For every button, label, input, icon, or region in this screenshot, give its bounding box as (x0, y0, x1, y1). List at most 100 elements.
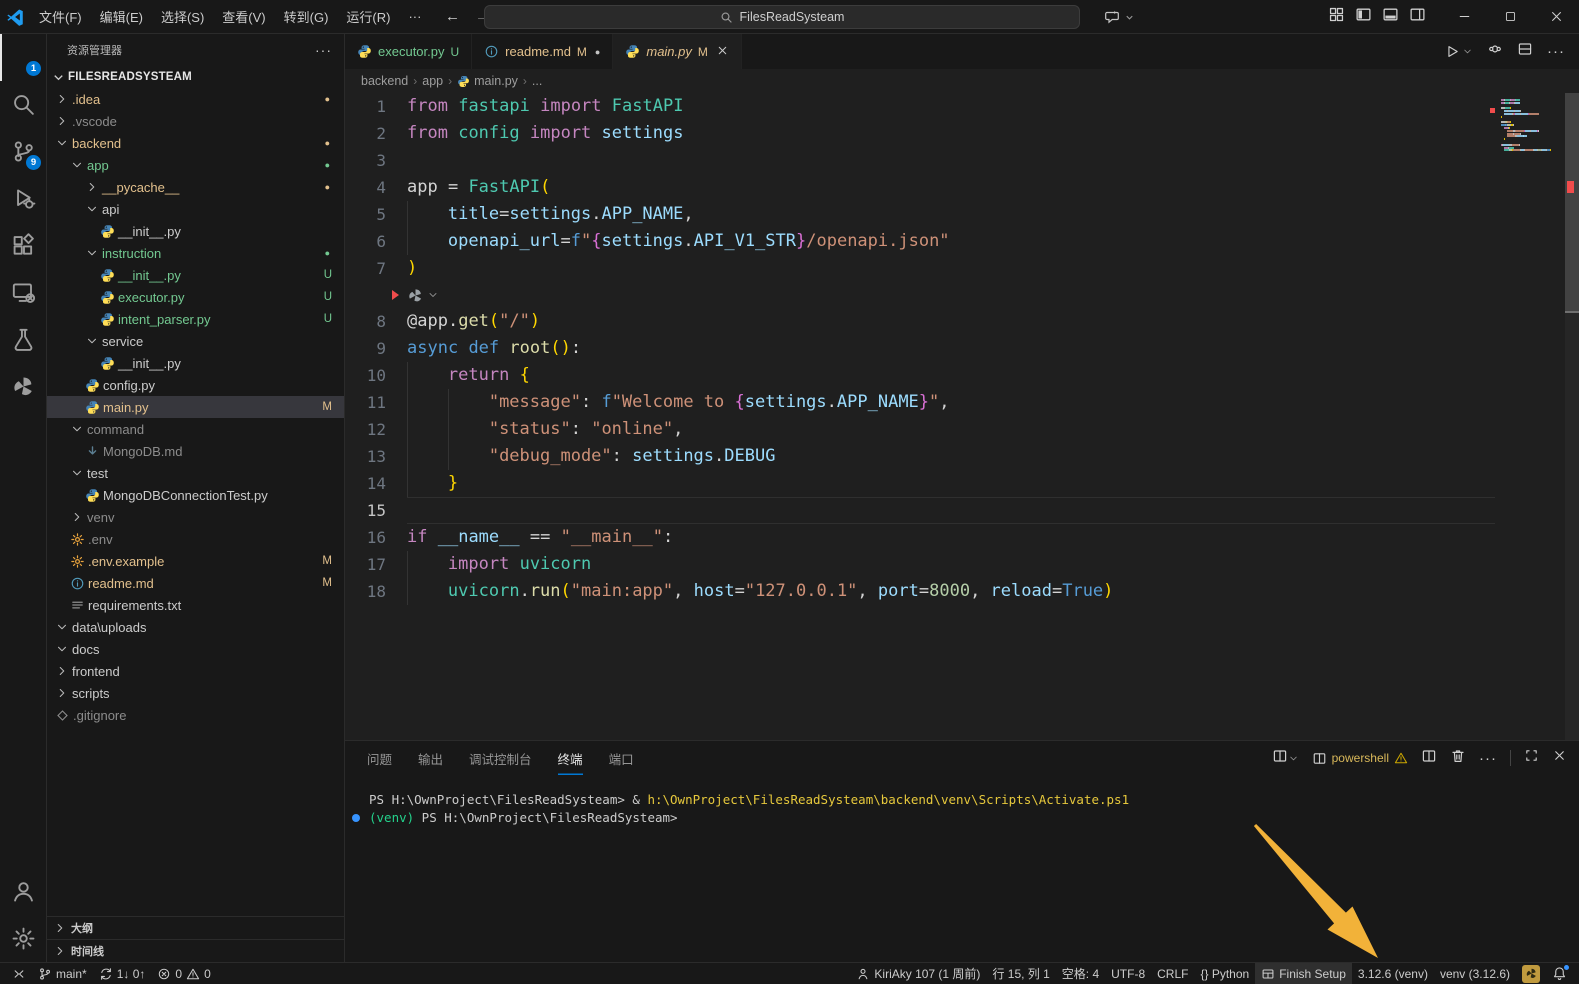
tree-item-pycache[interactable]: __pycache__● (47, 176, 344, 198)
panel-tab-问题[interactable]: 问题 (367, 741, 392, 775)
tree-item-config-py[interactable]: config.py (47, 374, 344, 396)
indentation[interactable]: 空格: 4 (1056, 963, 1105, 984)
menu-运行-r[interactable]: 运行(R) (337, 3, 399, 30)
terminal[interactable]: PS H:\OwnProject\FilesReadSysteam> & h:\… (345, 775, 1579, 962)
eol[interactable]: CRLF (1151, 963, 1194, 984)
extension-badge-gold[interactable] (1516, 963, 1546, 984)
problems[interactable]: 00 (151, 963, 216, 984)
menu-选择-s[interactable]: 选择(S) (152, 3, 213, 30)
cursor-position[interactable]: 行 15, 列 1 (986, 963, 1055, 984)
git-branch[interactable]: main* (32, 963, 93, 984)
tab-main-py[interactable]: main.pyM (613, 34, 742, 69)
panel-more-actions[interactable]: ··· (1479, 750, 1497, 767)
tab-executor-py[interactable]: executor.pyU (345, 34, 472, 69)
scrollbar-thumb[interactable] (1565, 93, 1579, 311)
tree-item-init-py[interactable]: __init__.pyU (47, 264, 344, 286)
code-editor[interactable]: 1from fastapi import FastAPI2from config… (345, 93, 1579, 740)
close-tab-button[interactable] (716, 44, 729, 60)
activity-item-account[interactable] (0, 868, 46, 915)
tree-item-instruction[interactable]: instruction● (47, 242, 344, 264)
tree-item-idea[interactable]: .idea● (47, 88, 344, 110)
panel-tab-调试控制台[interactable]: 调试控制台 (469, 741, 532, 775)
toggle-panel-button[interactable] (1382, 6, 1399, 28)
tree-item-venv[interactable]: venv (47, 506, 344, 528)
panel-tab-终端[interactable]: 终端 (558, 741, 583, 775)
maximize-button[interactable] (1487, 0, 1533, 33)
breadcrumb[interactable]: backend›app›main.py›... (345, 69, 1579, 93)
tree-item-init-py[interactable]: __init__.py (47, 220, 344, 242)
close-panel-button[interactable] (1552, 748, 1567, 768)
tree-item-requirements-txt[interactable]: requirements.txt (47, 594, 344, 616)
tree-item-vscode[interactable]: .vscode (47, 110, 344, 132)
language-mode[interactable]: {} Python (1194, 963, 1255, 984)
split-terminal-button[interactable] (1421, 748, 1437, 769)
tree-item-executor-py[interactable]: executor.pyU (47, 286, 344, 308)
tree-item-api[interactable]: api (47, 198, 344, 220)
tree-item-mongodbconnectiontest-py[interactable]: MongoDBConnectionTest.py (47, 484, 344, 506)
tab-readme-md[interactable]: readme.mdM● (472, 34, 613, 69)
open-changes-button[interactable] (1487, 41, 1503, 62)
chat-button[interactable] (1096, 5, 1143, 29)
tree-item-frontend[interactable]: frontend (47, 660, 344, 682)
panel-tab-输出[interactable]: 输出 (418, 741, 443, 775)
terminal-tab-powershell[interactable]: powershell (1312, 751, 1408, 766)
python-version[interactable]: 3.12.6 (venv) (1352, 963, 1434, 984)
git-sync[interactable]: 1↓ 0↑ (93, 963, 152, 984)
tree-item-env[interactable]: .env (47, 528, 344, 550)
close-window-button[interactable] (1533, 0, 1579, 33)
encoding[interactable]: UTF-8 (1105, 963, 1151, 984)
tree-item-test[interactable]: test (47, 462, 344, 484)
gitlens-blame[interactable]: KiriAky 107 (1 周前) (850, 963, 986, 984)
sidebar-section-大纲[interactable]: 大纲 (47, 916, 344, 939)
activity-item-extensions[interactable] (0, 222, 46, 269)
inline-extension-widget[interactable] (407, 287, 439, 304)
tree-item-init-py[interactable]: __init__.py (47, 352, 344, 374)
workspace-root-row[interactable]: FILESREADSYSTEAM (47, 66, 344, 88)
tree-item-app[interactable]: app● (47, 154, 344, 176)
menu-文件-f[interactable]: 文件(F) (30, 3, 91, 30)
editor-scrollbar[interactable] (1565, 93, 1579, 740)
breadcrumb-item-item[interactable]: ... (532, 74, 542, 88)
back-button[interactable]: ← (440, 8, 464, 25)
activity-item-testing[interactable] (0, 316, 46, 363)
menu-查看-v[interactable]: 查看(V) (213, 3, 274, 30)
activity-item-source-control[interactable]: 9 (0, 128, 46, 175)
tree-item-service[interactable]: service (47, 330, 344, 352)
kill-terminal-button[interactable] (1450, 748, 1466, 769)
tree-item-env-example[interactable]: .env.exampleM (47, 550, 344, 572)
activity-item-extension-pinwheel[interactable] (0, 363, 46, 410)
activity-item-settings[interactable] (0, 915, 46, 962)
venv-indicator[interactable]: venv (3.12.6) (1434, 963, 1516, 984)
customize-layout-button[interactable] (1328, 6, 1345, 28)
tree-item-mongodb-md[interactable]: MongoDB.md (47, 440, 344, 462)
maximize-panel-button[interactable] (1524, 748, 1539, 768)
breadcrumb-item-main-py[interactable]: main.py (457, 74, 518, 88)
toggle-secondary-sidebar-button[interactable] (1409, 6, 1426, 28)
menu-转到-g[interactable]: 转到(G) (275, 3, 338, 30)
tree-item-backend[interactable]: backend● (47, 132, 344, 154)
tree-item-readme-md[interactable]: readme.mdM (47, 572, 344, 594)
command-center-search[interactable]: FilesReadSysteam (484, 5, 1080, 29)
activity-item-remote-explorer[interactable] (0, 269, 46, 316)
sidebar-section-时间线[interactable]: 时间线 (47, 939, 344, 962)
minimize-button[interactable] (1441, 0, 1487, 33)
explorer-more-actions[interactable]: ··· (315, 42, 332, 58)
minimap[interactable] (1501, 99, 1561, 152)
split-editor-button[interactable] (1517, 41, 1533, 62)
tree-item-docs[interactable]: docs (47, 638, 344, 660)
toggle-sidebar-button[interactable] (1355, 6, 1372, 28)
breadcrumb-item-app[interactable]: app (422, 74, 443, 88)
menu-item[interactable]: ··· (399, 5, 430, 28)
breadcrumb-item-backend[interactable]: backend (361, 74, 408, 88)
tree-item-data-uploads[interactable]: data\uploads (47, 616, 344, 638)
finish-setup[interactable]: Finish Setup (1255, 963, 1352, 984)
activity-item-search[interactable] (0, 81, 46, 128)
run-button[interactable] (1445, 44, 1473, 59)
tree-item-intent-parser-py[interactable]: intent_parser.pyU (47, 308, 344, 330)
notifications[interactable] (1546, 963, 1573, 984)
activity-item-explorer[interactable]: 1 (0, 34, 46, 81)
tree-item-main-py[interactable]: main.pyM (47, 396, 344, 418)
tree-item-gitignore[interactable]: .gitignore (47, 704, 344, 726)
more-actions-button[interactable]: ··· (1547, 43, 1565, 60)
remote-indicator[interactable] (6, 963, 32, 984)
